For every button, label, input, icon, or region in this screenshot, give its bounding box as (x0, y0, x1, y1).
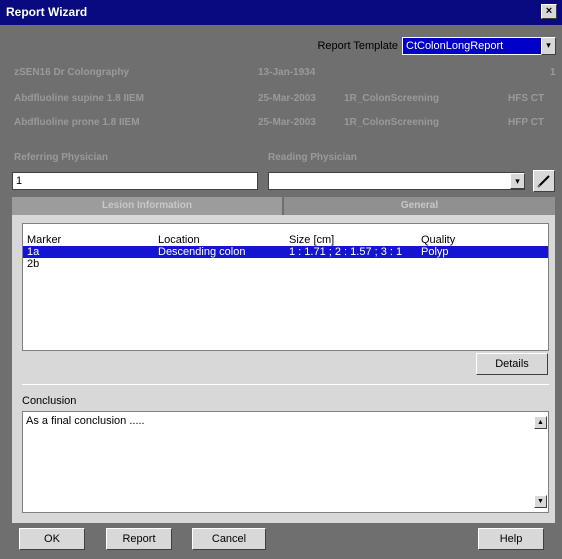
window-title: Report Wizard (6, 5, 88, 19)
scroll-up-icon[interactable]: ▲ (534, 416, 547, 429)
scroll-down-icon[interactable]: ▼ (534, 495, 547, 508)
series-row: Abdfluoline supine 1.8 IIEM 25-Mar-2003 … (0, 93, 562, 107)
edit-pen-button[interactable] (533, 170, 555, 192)
list-item[interactable]: 2b (23, 258, 548, 270)
details-button[interactable]: Details (476, 353, 548, 375)
lesion-panel: Marker Location Size [cm] Quality 1a Des… (12, 215, 555, 523)
series-orientation: HFP CT (508, 117, 544, 128)
conclusion-label: Conclusion (22, 395, 77, 407)
pen-icon (537, 175, 550, 188)
referring-physician-label: Referring Physician (14, 152, 108, 163)
tab-general[interactable]: General (284, 197, 555, 215)
reading-physician-select[interactable] (268, 172, 525, 190)
patient-name: zSEN16 Dr Colongraphy (14, 67, 130, 78)
title-bar: Report Wizard × (0, 0, 562, 25)
report-template-label: Report Template (317, 40, 398, 52)
report-template-select[interactable]: CtColonLongReport (402, 37, 542, 55)
column-header-marker: Marker (27, 234, 62, 246)
conclusion-textarea[interactable]: As a final conclusion ..... ▲ ▼ (22, 411, 549, 513)
series-protocol: 1R_ColonScreening (344, 93, 440, 104)
list-header: Marker Location Size [cm] Quality (23, 234, 548, 246)
series-date: 25-Mar-2003 (258, 117, 316, 128)
series-name: Abdfluoline supine 1.8 IIEM (14, 93, 145, 104)
series-row: Abdfluoline prone 1.8 IIEM 25-Mar-2003 1… (0, 117, 562, 131)
patient-info-row: zSEN16 Dr Colongraphy 13-Jan-1934 1 (0, 67, 562, 81)
lesion-size: 1 : 1.71 ; 2 : 1.57 ; 3 : 1 (289, 246, 403, 258)
patient-dob: 13-Jan-1934 (258, 67, 316, 78)
report-button[interactable]: Report (106, 528, 172, 550)
close-button[interactable]: × (541, 4, 557, 19)
chevron-down-icon[interactable]: ▾ (541, 37, 556, 55)
column-header-location: Location (158, 234, 200, 246)
series-date: 25-Mar-2003 (258, 93, 316, 104)
lesion-list[interactable]: Marker Location Size [cm] Quality 1a Des… (22, 223, 549, 351)
chevron-down-icon[interactable]: ▾ (510, 173, 525, 189)
column-header-size: Size [cm] (289, 234, 335, 246)
tab-bar: Lesion Information General (12, 197, 555, 215)
ok-button[interactable]: OK (19, 528, 85, 550)
patient-count: 1 (550, 67, 556, 78)
lesion-marker: 2b (27, 258, 40, 270)
reading-physician-label: Reading Physician (268, 152, 357, 163)
referring-physician-input[interactable]: 1 (12, 172, 258, 190)
help-button[interactable]: Help (478, 528, 544, 550)
series-orientation: HFS CT (508, 93, 545, 104)
lesion-quality: Polyp (421, 246, 449, 258)
list-item[interactable]: 1a Descending colon 1 : 1.71 ; 2 : 1.57 … (23, 246, 548, 258)
series-name: Abdfluoline prone 1.8 IIEM (14, 117, 140, 128)
tab-lesion-information[interactable]: Lesion Information (12, 197, 282, 215)
lesion-location: Descending colon (158, 246, 246, 258)
divider (22, 384, 549, 385)
series-protocol: 1R_ColonScreening (344, 117, 440, 128)
lesion-marker: 1a (27, 246, 40, 258)
conclusion-text: As a final conclusion ..... (26, 415, 145, 427)
cancel-button[interactable]: Cancel (192, 528, 266, 550)
column-header-quality: Quality (421, 234, 456, 246)
